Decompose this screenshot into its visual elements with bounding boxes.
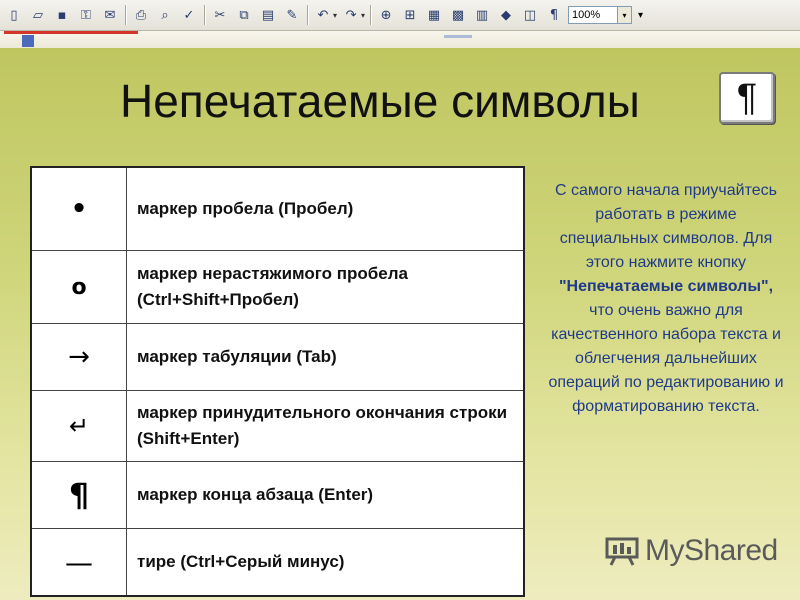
show-formatting-button[interactable]: ¶ bbox=[719, 72, 775, 124]
indent-marker[interactable] bbox=[22, 35, 34, 47]
redo-dropdown-icon[interactable]: ▾ bbox=[361, 11, 365, 20]
table-row: → маркер табуляции (Tab) bbox=[30, 323, 525, 391]
ruler-highlight bbox=[4, 31, 138, 34]
toolbar-options-icon[interactable]: ▾ bbox=[638, 10, 643, 21]
slide: Непечатаемые символы ¶ • маркер пробела … bbox=[0, 48, 800, 600]
open-icon[interactable]: ▱ bbox=[27, 4, 49, 26]
symbols-table: • маркер пробела (Пробел) o маркер нерас… bbox=[30, 166, 525, 597]
print-icon[interactable]: ⎙ bbox=[130, 4, 152, 26]
document-map-icon[interactable]: ◫ bbox=[519, 4, 541, 26]
show-hide-icon[interactable]: ¶ bbox=[543, 4, 565, 26]
toolbar-divider bbox=[370, 5, 372, 25]
copy-icon[interactable]: ⧉ bbox=[233, 4, 255, 26]
table-row: — тире (Ctrl+Серый минус) bbox=[30, 528, 525, 597]
toolbar-divider bbox=[307, 5, 308, 25]
note-text-end: что очень важно для качественного набора… bbox=[548, 302, 784, 415]
nonbreaking-space-symbol: o bbox=[30, 250, 127, 324]
row-description: маркер принудительного окончания строки … bbox=[126, 390, 525, 462]
columns-icon[interactable]: ▥ bbox=[471, 4, 493, 26]
ruler-margin-marker[interactable] bbox=[444, 35, 472, 38]
dash-symbol: — bbox=[30, 528, 127, 597]
drawing-icon[interactable]: ◆ bbox=[495, 4, 517, 26]
tables-borders-icon[interactable]: ⊞ bbox=[399, 4, 421, 26]
space-marker-symbol: • bbox=[30, 166, 127, 251]
zoom-dropdown-icon[interactable]: ▾ bbox=[618, 6, 633, 24]
note-text: С самого начала приучайтесь работать в р… bbox=[555, 182, 777, 271]
undo-icon[interactable]: ↶ bbox=[312, 4, 334, 26]
note-bold-text: "Непечатаемые символы", bbox=[558, 278, 774, 295]
slide-title: Непечатаемые символы bbox=[120, 75, 640, 127]
permission-icon[interactable]: ⚿ bbox=[75, 4, 97, 26]
table-row: ↵ маркер принудительного окончания строк… bbox=[30, 390, 525, 462]
tab-marker-symbol: → bbox=[30, 323, 127, 391]
row-description: маркер табуляции (Tab) bbox=[126, 323, 525, 391]
side-note: С самого начала приучайтесь работать в р… bbox=[545, 179, 787, 419]
email-icon[interactable]: ✉ bbox=[99, 4, 121, 26]
ruler bbox=[0, 31, 800, 49]
hyperlink-icon[interactable]: ⊕ bbox=[375, 4, 397, 26]
new-doc-icon[interactable]: ▯ bbox=[3, 4, 25, 26]
row-description: маркер пробела (Пробел) bbox=[126, 166, 525, 251]
standard-toolbar: ▯ ▱ ▪ ⚿ ✉ ⎙ ⌕ ✓ ✂ ⧉ ▤ ✎ ↶ ▾ ↷ ▾ ⊕ ⊞ ▦ ▩ … bbox=[0, 0, 800, 31]
save-icon[interactable]: ▪ bbox=[51, 4, 73, 26]
row-description: тире (Ctrl+Серый минус) bbox=[126, 528, 525, 597]
insert-table-icon[interactable]: ▦ bbox=[423, 4, 445, 26]
table-row: • маркер пробела (Пробел) bbox=[30, 166, 525, 251]
paste-icon[interactable]: ▤ bbox=[257, 4, 279, 26]
table-row: o маркер нерастяжимого пробела (Ctrl+Shi… bbox=[30, 250, 525, 324]
toolbar-divider bbox=[204, 5, 205, 25]
line-break-symbol: ↵ bbox=[30, 390, 127, 462]
spelling-icon[interactable]: ✓ bbox=[178, 4, 200, 26]
redo-icon[interactable]: ↷ bbox=[340, 4, 362, 26]
presentation-board-icon bbox=[605, 537, 639, 566]
logo-text: MyShared bbox=[645, 534, 778, 567]
paragraph-marker-symbol: ¶ bbox=[30, 461, 127, 529]
undo-dropdown-icon[interactable]: ▾ bbox=[333, 11, 337, 20]
myshared-logo: MyShared bbox=[605, 534, 778, 568]
row-description: маркер нерастяжимого пробела (Ctrl+Shift… bbox=[126, 250, 525, 324]
zoom-select[interactable]: 100% bbox=[568, 6, 619, 24]
cut-icon[interactable]: ✂ bbox=[209, 4, 231, 26]
row-description: маркер конца абзаца (Enter) bbox=[126, 461, 525, 529]
table-row: ¶ маркер конца абзаца (Enter) bbox=[30, 461, 525, 529]
toolbar-divider bbox=[125, 5, 126, 25]
insert-excel-icon[interactable]: ▩ bbox=[447, 4, 469, 26]
format-painter-icon[interactable]: ✎ bbox=[281, 4, 303, 26]
print-preview-icon[interactable]: ⌕ bbox=[154, 4, 176, 26]
